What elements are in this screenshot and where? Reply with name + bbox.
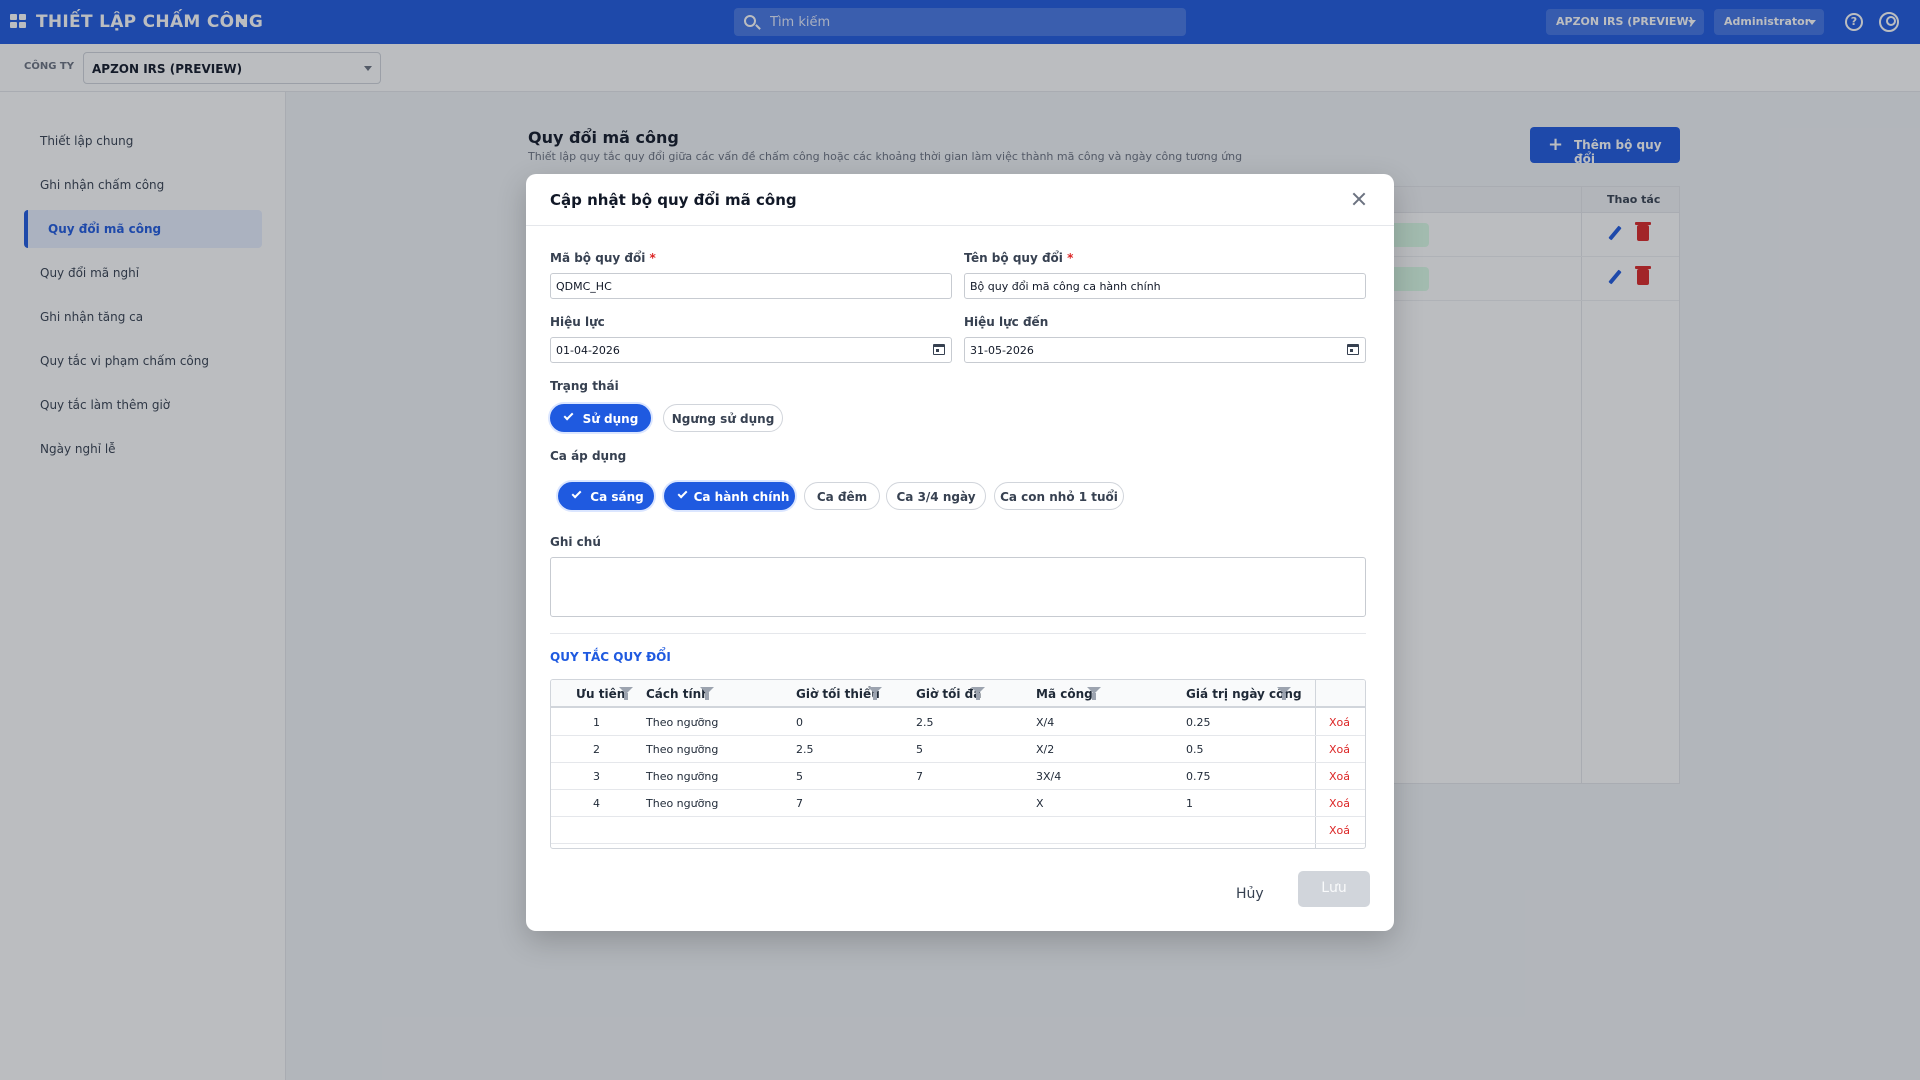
rules-table-header: Ưu tiên Cách tính Giờ tối thiểu Giờ tối … — [551, 680, 1365, 708]
table-row[interactable]: Xoá — [551, 817, 1365, 844]
code-label: Mã bộ quy đổi * — [550, 251, 656, 265]
delete-row-link[interactable]: Xoá — [1329, 797, 1350, 810]
cell-priority[interactable]: 4 — [593, 797, 600, 810]
table-row[interactable]: 1 Theo ngưỡng 0 2.5 X/4 0.25 Xoá — [551, 709, 1365, 736]
code-label-text: Mã bộ quy đổi — [550, 251, 646, 265]
status-inactive-toggle[interactable]: Ngưng sử dụng — [663, 404, 783, 432]
filter-icon[interactable] — [700, 687, 714, 701]
check-icon — [677, 488, 688, 499]
shifts-label: Ca áp dụng — [550, 449, 627, 463]
cell-min-hours[interactable]: 2.5 — [796, 743, 814, 756]
status-label: Trạng thái — [550, 379, 619, 393]
cell-work-code[interactable]: X/2 — [1036, 743, 1054, 756]
cell-day-value[interactable]: 1 — [1186, 797, 1193, 810]
effective-to-label: Hiệu lực đến — [964, 315, 1049, 329]
cell-priority[interactable]: 3 — [593, 770, 600, 783]
shift-three-quarter-toggle[interactable]: Ca 3/4 ngày — [886, 482, 986, 510]
shift-office-label: Ca hành chính — [693, 490, 790, 504]
cell-priority[interactable]: 2 — [593, 743, 600, 756]
divider — [550, 633, 1366, 634]
cell-min-hours[interactable]: 7 — [796, 797, 803, 810]
shift-three-quarter-label: Ca 3/4 ngày — [896, 490, 976, 504]
delete-row-link[interactable]: Xoá — [1329, 743, 1350, 756]
delete-row-link[interactable]: Xoá — [1329, 770, 1350, 783]
shift-morning-label: Ca sáng — [590, 490, 644, 504]
name-input[interactable] — [964, 273, 1366, 299]
table-row[interactable]: 4 Theo ngưỡng 7 X 1 Xoá — [551, 790, 1365, 817]
table-row[interactable]: 2 Theo ngưỡng 2.5 5 X/2 0.5 Xoá — [551, 736, 1365, 763]
cell-method[interactable]: Theo ngưỡng — [646, 770, 718, 783]
name-label-text: Tên bộ quy đổi — [964, 251, 1063, 265]
column-header-priority[interactable]: Ưu tiên — [576, 687, 625, 701]
status-inactive-label: Ngưng sử dụng — [671, 412, 775, 426]
filter-icon[interactable] — [868, 687, 882, 701]
check-icon — [563, 410, 574, 421]
cell-day-value[interactable]: 0.5 — [1186, 743, 1204, 756]
shift-office-toggle[interactable]: Ca hành chính — [664, 482, 795, 510]
effective-date-input[interactable] — [550, 337, 952, 363]
rules-table: Ưu tiên Cách tính Giờ tối thiểu Giờ tối … — [550, 679, 1366, 849]
status-active-label: Sử dụng — [582, 412, 639, 426]
cell-max-hours[interactable]: 7 — [916, 770, 923, 783]
shift-night-label: Ca đêm — [816, 490, 868, 504]
close-icon[interactable] — [1350, 190, 1368, 208]
save-button[interactable]: Lưu — [1298, 871, 1370, 907]
cell-min-hours[interactable]: 0 — [796, 716, 803, 729]
code-input[interactable] — [550, 273, 952, 299]
delete-row-link[interactable]: Xoá — [1329, 716, 1350, 729]
shift-morning-toggle[interactable]: Ca sáng — [558, 482, 654, 510]
cell-day-value[interactable]: 0.25 — [1186, 716, 1211, 729]
update-conversion-modal: Cập nhật bộ quy đổi mã công Mã bộ quy đổ… — [526, 174, 1394, 931]
effective-label: Hiệu lực — [550, 315, 605, 329]
cell-day-value[interactable]: 0.75 — [1186, 770, 1211, 783]
calendar-icon[interactable] — [1347, 344, 1359, 355]
check-icon — [571, 488, 582, 499]
calendar-icon[interactable] — [933, 344, 945, 355]
shift-child-care-label: Ca con nhỏ 1 tuổi — [1000, 490, 1118, 504]
cell-method[interactable]: Theo ngưỡng — [646, 743, 718, 756]
filter-icon[interactable] — [619, 687, 633, 701]
delete-row-link[interactable]: Xoá — [1329, 824, 1350, 837]
cancel-button[interactable]: Hủy — [1236, 886, 1264, 902]
filter-icon[interactable] — [1277, 687, 1291, 701]
filter-icon[interactable] — [1087, 687, 1101, 701]
note-label: Ghi chú — [550, 535, 601, 549]
cell-max-hours[interactable]: 5 — [916, 743, 923, 756]
rules-section-title: QUY TẮC QUY ĐỔI — [550, 650, 671, 664]
cell-work-code[interactable]: X — [1036, 797, 1044, 810]
modal-header: Cập nhật bộ quy đổi mã công — [526, 174, 1394, 226]
filter-icon[interactable] — [971, 687, 985, 701]
note-textarea[interactable] — [550, 557, 1366, 617]
column-header-work-code[interactable]: Mã công — [1036, 687, 1093, 701]
status-active-toggle[interactable]: Sử dụng — [550, 404, 651, 432]
cell-method[interactable]: Theo ngưỡng — [646, 797, 718, 810]
cell-work-code[interactable]: 3X/4 — [1036, 770, 1061, 783]
shift-child-care-toggle[interactable]: Ca con nhỏ 1 tuổi — [994, 482, 1124, 510]
cell-min-hours[interactable]: 5 — [796, 770, 803, 783]
name-label: Tên bộ quy đổi * — [964, 251, 1074, 265]
cell-method[interactable]: Theo ngưỡng — [646, 716, 718, 729]
shift-night-toggle[interactable]: Ca đêm — [804, 482, 880, 510]
cell-max-hours[interactable]: 2.5 — [916, 716, 934, 729]
table-row[interactable]: 3 Theo ngưỡng 5 7 3X/4 0.75 Xoá — [551, 763, 1365, 790]
effective-to-date-input[interactable] — [964, 337, 1366, 363]
modal-title: Cập nhật bộ quy đổi mã công — [550, 191, 797, 209]
cell-work-code[interactable]: X/4 — [1036, 716, 1054, 729]
cell-priority[interactable]: 1 — [593, 716, 600, 729]
